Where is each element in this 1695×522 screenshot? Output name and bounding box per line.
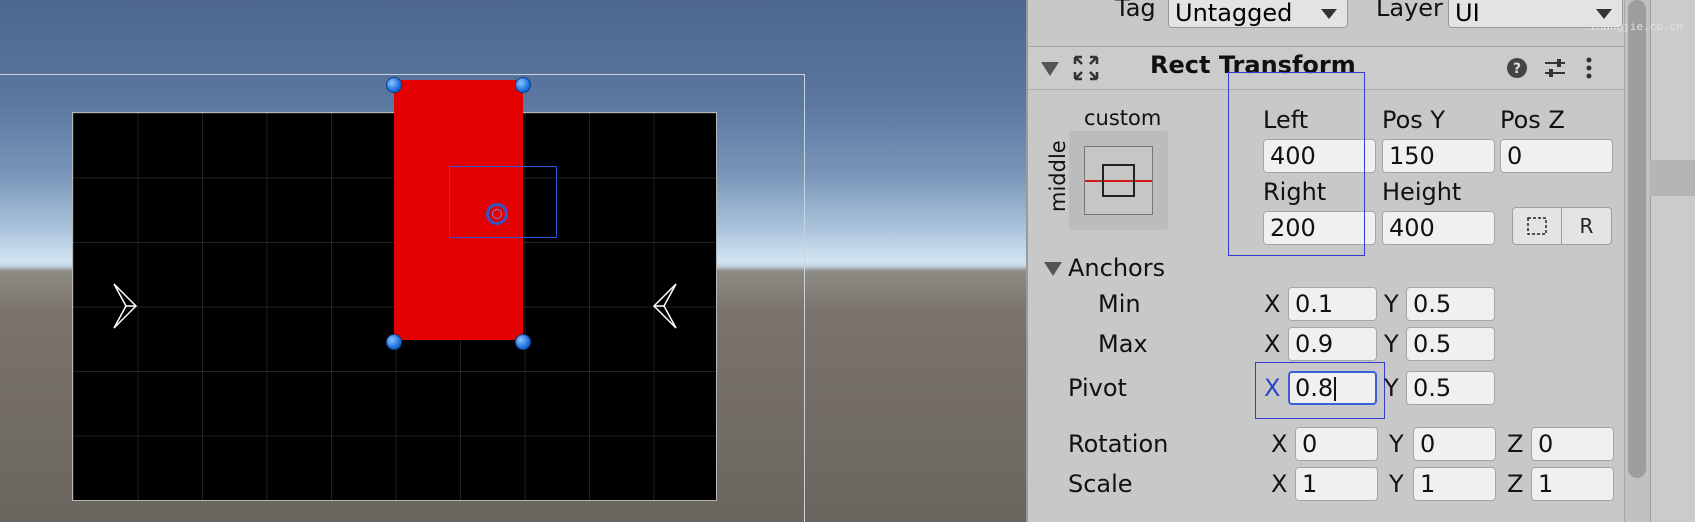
blueprint-mode-button[interactable] xyxy=(1512,207,1562,245)
anchor-min-icon[interactable] xyxy=(112,282,140,330)
inspector-scrollbar[interactable] xyxy=(1624,0,1650,522)
rotation-z-axis: Z xyxy=(1507,430,1524,458)
pos-z-label: Pos Z xyxy=(1500,106,1565,134)
scale-label: Scale xyxy=(1068,470,1133,498)
pivot-label: Pivot xyxy=(1068,374,1127,402)
scale-x-axis: X xyxy=(1271,470,1288,498)
rotation-label: Rotation xyxy=(1068,430,1169,458)
rotation-y-axis: Y xyxy=(1389,430,1404,458)
pos-z-field[interactable]: 0 xyxy=(1500,139,1613,173)
pivot-x-value: 0.8 xyxy=(1295,374,1334,402)
resize-handle-bottom-left[interactable] xyxy=(386,334,402,350)
pivot-highlight-box xyxy=(449,166,557,238)
scale-x-field[interactable]: 1 xyxy=(1295,467,1378,501)
watermark: zhangjie.co.cn xyxy=(1590,20,1683,33)
layer-value: UI xyxy=(1455,0,1480,27)
side-panel-strip xyxy=(1650,0,1695,522)
scale-z-axis: Z xyxy=(1507,470,1524,498)
rotation-x-axis: X xyxy=(1271,430,1288,458)
help-icon[interactable]: ? xyxy=(1506,57,1528,79)
chevron-down-icon xyxy=(1596,9,1612,19)
layer-label: Layer xyxy=(1376,0,1443,22)
anchor-preset-frame xyxy=(1084,146,1153,215)
scene-view[interactable] xyxy=(0,0,1026,522)
rect-transform-icon xyxy=(1073,55,1099,81)
foldout-arrow-icon[interactable] xyxy=(1041,62,1059,76)
rotation-z-field[interactable]: 0 xyxy=(1531,427,1614,461)
anchor-preset-side-label: middle xyxy=(1046,140,1070,212)
anchor-min-y-axis: Y xyxy=(1384,290,1399,318)
pivot-x-axis: X xyxy=(1264,374,1281,402)
scale-y-axis: Y xyxy=(1389,470,1404,498)
tag-label: Tag xyxy=(1115,0,1156,22)
anchor-max-x-axis: X xyxy=(1264,330,1281,358)
text-caret xyxy=(1334,377,1337,401)
pos-y-field[interactable]: 150 xyxy=(1382,139,1495,173)
pos-y-label: Pos Y xyxy=(1382,106,1446,134)
anchor-max-y-field[interactable]: 0.5 xyxy=(1406,327,1495,361)
rotation-x-field[interactable]: 0 xyxy=(1295,427,1378,461)
anchor-min-x-field[interactable]: 0.1 xyxy=(1288,287,1377,321)
height-label: Height xyxy=(1382,178,1462,206)
scale-y-field[interactable]: 1 xyxy=(1413,467,1496,501)
anchors-label: Anchors xyxy=(1068,254,1166,282)
chevron-down-icon xyxy=(1321,9,1337,19)
tag-value: Untagged xyxy=(1175,0,1293,27)
anchor-max-label: Max xyxy=(1098,330,1148,358)
scale-z-field[interactable]: 1 xyxy=(1531,467,1614,501)
anchor-min-y-field[interactable]: 0.5 xyxy=(1406,287,1495,321)
height-field[interactable]: 400 xyxy=(1382,211,1495,245)
svg-text:?: ? xyxy=(1513,61,1521,77)
scrollbar-thumb[interactable] xyxy=(1628,0,1646,478)
anchor-preset-button[interactable] xyxy=(1069,131,1168,230)
resize-handle-top-right[interactable] xyxy=(515,77,531,93)
pivot-y-field[interactable]: 0.5 xyxy=(1406,371,1495,405)
anchors-foldout-icon[interactable] xyxy=(1044,262,1062,276)
anchor-preset-square xyxy=(1102,164,1135,197)
inspector-panel: Tag Untagged Layer UI Rect Transform ? c… xyxy=(1026,0,1626,522)
anchor-max-y-axis: Y xyxy=(1384,330,1399,358)
left-right-highlight xyxy=(1228,72,1365,256)
anchor-max-icon[interactable] xyxy=(650,282,678,330)
anchor-min-label: Min xyxy=(1098,290,1141,318)
pivot-handle[interactable] xyxy=(486,203,508,225)
raw-edit-button[interactable]: R xyxy=(1562,207,1612,245)
presets-icon[interactable] xyxy=(1543,57,1567,79)
anchor-max-x-field[interactable]: 0.9 xyxy=(1288,327,1377,361)
pivot-y-axis: Y xyxy=(1384,374,1399,402)
resize-handle-top-left[interactable] xyxy=(386,77,402,93)
dotted-rect-icon xyxy=(1527,217,1547,235)
anchor-preset-top-label: custom xyxy=(1084,106,1162,130)
pivot-x-field[interactable]: 0.8 xyxy=(1288,371,1377,405)
rotation-y-field[interactable]: 0 xyxy=(1413,427,1496,461)
kebab-menu-icon[interactable] xyxy=(1585,56,1593,80)
resize-handle-bottom-right[interactable] xyxy=(515,334,531,350)
tag-dropdown[interactable]: Untagged xyxy=(1168,0,1348,28)
tag-layer-row: Tag Untagged Layer UI xyxy=(1028,0,1626,44)
anchor-min-x-axis: X xyxy=(1264,290,1281,318)
side-panel-tab[interactable] xyxy=(1650,160,1695,196)
